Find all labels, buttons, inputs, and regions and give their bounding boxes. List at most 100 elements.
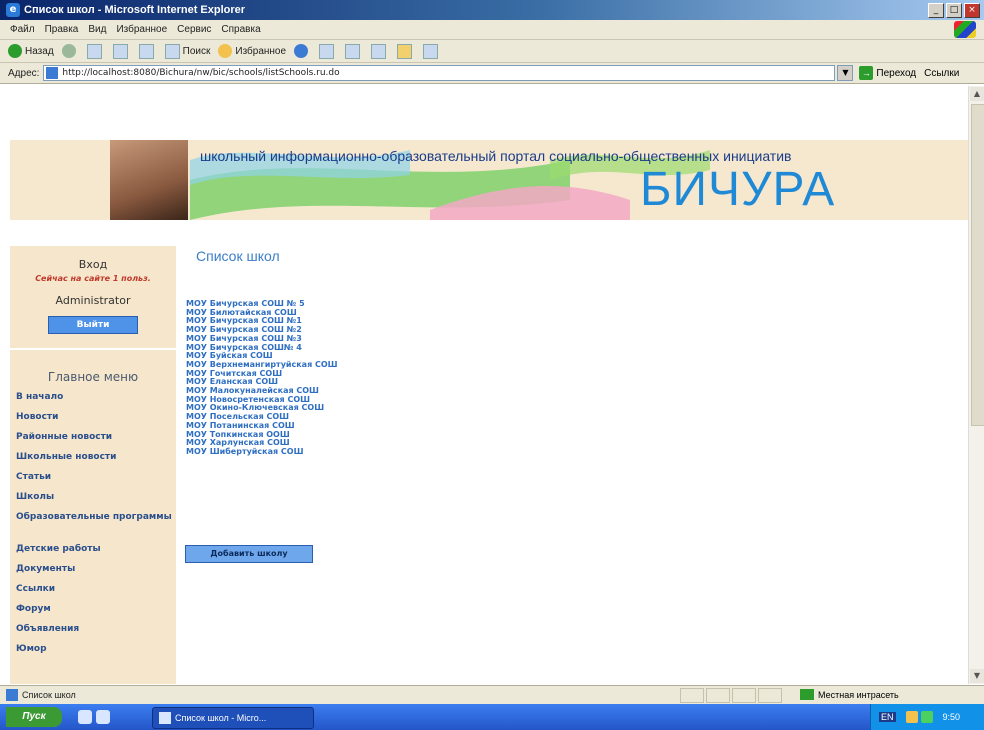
- go-button[interactable]: → Переход: [859, 66, 916, 80]
- back-button[interactable]: Назад: [8, 44, 54, 58]
- menu-edit[interactable]: Правка: [45, 24, 79, 35]
- sidebar: Вход Сейчас на сайте 1 польз. Administra…: [10, 246, 176, 684]
- menu-item-kids-works[interactable]: Детские работы: [16, 544, 174, 564]
- menu-item-district-news[interactable]: Районные новости: [16, 432, 174, 452]
- windows-logo-icon: [954, 21, 976, 38]
- messenger-button[interactable]: [423, 43, 441, 59]
- taskbar-window-button[interactable]: Список школ - Micro...: [152, 707, 314, 729]
- messenger-icon: [423, 43, 439, 59]
- start-button[interactable]: Пуск: [6, 707, 62, 727]
- ie-task-icon: [159, 712, 171, 724]
- go-arrow-icon: →: [859, 66, 874, 80]
- window-title: Список школ - Microsoft Internet Explore…: [24, 4, 246, 16]
- links-button[interactable]: Ссылки: [924, 68, 959, 79]
- folder-icon: [397, 43, 413, 59]
- menu-item-schools[interactable]: Школы: [16, 492, 174, 512]
- address-url: http://localhost:8080/Bichura/nw/bic/sch…: [62, 68, 340, 78]
- menu-help[interactable]: Справка: [221, 24, 260, 35]
- history-icon: [319, 43, 335, 59]
- quick-launch-icon[interactable]: [96, 710, 110, 724]
- print-button[interactable]: [371, 43, 389, 59]
- window-controls: _ □ ×: [928, 3, 980, 18]
- forward-button[interactable]: [61, 44, 79, 58]
- back-arrow-icon: [8, 44, 22, 58]
- main-menu-title: Главное меню: [47, 370, 139, 384]
- tray-icon[interactable]: [905, 711, 918, 723]
- status-bar: Список школ Местная интрасеть: [0, 685, 984, 704]
- page-status-icon: [6, 689, 18, 701]
- search-button[interactable]: Поиск: [164, 43, 210, 59]
- menu-favorites[interactable]: Избранное: [116, 24, 167, 35]
- vertical-scrollbar[interactable]: ▲ ▼: [968, 86, 984, 684]
- media-button[interactable]: [294, 44, 311, 58]
- mail-icon: [345, 43, 361, 59]
- menu-tools[interactable]: Сервис: [177, 24, 211, 35]
- menu-bar: Файл Правка Вид Избранное Сервис Справка: [0, 20, 984, 40]
- page-title: Список школ: [196, 248, 280, 264]
- clock: 9:50: [942, 712, 961, 722]
- menu-item-humor[interactable]: Юмор: [16, 644, 174, 664]
- window-title-bar[interactable]: e Список школ - Microsoft Internet Explo…: [0, 0, 984, 20]
- site-logo[interactable]: БИЧУРА: [640, 162, 835, 217]
- page-viewport: школьный информационно-образовательный п…: [10, 86, 968, 684]
- page-icon: [46, 67, 59, 79]
- scroll-down-icon[interactable]: ▼: [970, 669, 984, 683]
- mail-button[interactable]: [345, 43, 363, 59]
- refresh-icon: [112, 43, 128, 59]
- login-panel: Вход Сейчас на сайте 1 польз. Administra…: [10, 246, 176, 350]
- login-title: Вход: [78, 258, 108, 271]
- stop-icon: [86, 43, 102, 59]
- taskbar: Пуск Список школ - Micro... EN 9:50: [0, 704, 984, 730]
- intranet-icon: [800, 689, 814, 700]
- favorites-button[interactable]: Избранное: [218, 44, 286, 58]
- maximize-button[interactable]: □: [946, 3, 962, 18]
- history-button[interactable]: [319, 43, 337, 59]
- status-cells: [680, 688, 782, 703]
- address-dropdown-icon[interactable]: ▼: [837, 65, 854, 81]
- menu-file[interactable]: Файл: [10, 24, 35, 35]
- tray-icon[interactable]: [920, 711, 933, 723]
- scroll-thumb[interactable]: [971, 104, 984, 426]
- system-tray: EN 9:50: [870, 704, 984, 730]
- home-button[interactable]: [138, 43, 157, 59]
- quick-launch: [78, 710, 110, 724]
- home-icon: [138, 43, 154, 59]
- menu-item-news[interactable]: Новости: [16, 412, 174, 432]
- security-zone: Местная интрасеть: [800, 689, 899, 700]
- ie-icon: e: [6, 3, 20, 17]
- address-label: Адрес:: [8, 67, 40, 79]
- banner-photo: [110, 140, 188, 220]
- close-button[interactable]: ×: [964, 3, 980, 18]
- standard-toolbar: Назад Поиск Избранное: [0, 40, 984, 63]
- menu-item-articles[interactable]: Статьи: [16, 472, 174, 492]
- forward-arrow-icon: [61, 44, 76, 58]
- logout-button[interactable]: Выйти: [48, 316, 138, 334]
- scroll-up-icon[interactable]: ▲: [970, 87, 984, 101]
- language-indicator[interactable]: EN: [879, 712, 896, 722]
- menu-item-school-news[interactable]: Школьные новости: [16, 452, 174, 472]
- stop-button[interactable]: [86, 43, 105, 59]
- menu-view[interactable]: Вид: [88, 24, 106, 35]
- add-school-button[interactable]: Добавить школу: [185, 545, 313, 563]
- refresh-button[interactable]: [112, 43, 131, 59]
- quick-launch-icon[interactable]: [78, 710, 92, 724]
- school-list: МОУ Бичурская СОШ № 5 МОУ Билютайская СО…: [186, 299, 338, 457]
- star-icon: [218, 44, 233, 58]
- menu-item-links[interactable]: Ссылки: [16, 584, 174, 604]
- status-text: Список школ: [22, 690, 76, 700]
- folder-button[interactable]: [397, 43, 415, 59]
- username: Administrator: [55, 294, 131, 307]
- menu-item-ads[interactable]: Объявления: [16, 624, 174, 644]
- menu-item-home[interactable]: В начало: [16, 392, 174, 412]
- main-menu: В начало Новости Районные новости Школьн…: [16, 392, 174, 664]
- school-link[interactable]: МОУ Шибертуйская СОШ: [186, 447, 338, 457]
- menu-item-forum[interactable]: Форум: [16, 604, 174, 624]
- online-users: Сейчас на сайте 1 польз.: [35, 274, 151, 283]
- menu-item-documents[interactable]: Документы: [16, 564, 174, 584]
- address-bar: Адрес: http://localhost:8080/Bichura/nw/…: [0, 63, 984, 84]
- media-icon: [294, 44, 309, 58]
- print-icon: [371, 43, 387, 59]
- minimize-button[interactable]: _: [928, 3, 944, 18]
- address-input[interactable]: http://localhost:8080/Bichura/nw/bic/sch…: [43, 65, 836, 81]
- menu-item-programs[interactable]: Образовательные программы: [16, 512, 174, 544]
